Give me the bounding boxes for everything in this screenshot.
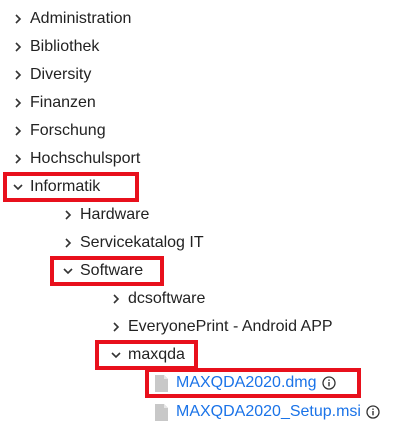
file-icon xyxy=(155,403,168,421)
tree-item-bibliothek[interactable]: Bibliothek xyxy=(12,36,99,58)
info-icon[interactable] xyxy=(321,376,336,390)
chevron-down-icon xyxy=(110,349,122,361)
tree-item-label: Hardware xyxy=(80,206,150,223)
tree-item-label: maxqda xyxy=(128,346,185,363)
tree-item-hardware[interactable]: Hardware xyxy=(62,204,149,226)
chevron-right-icon xyxy=(12,125,24,137)
chevron-right-icon xyxy=(12,153,24,165)
chevron-right-icon xyxy=(12,69,24,81)
tree-item-diversity[interactable]: Diversity xyxy=(12,64,91,86)
tree-item-label: Finanzen xyxy=(30,94,96,111)
chevron-right-icon xyxy=(12,97,24,109)
tree-item-label: Administration xyxy=(30,10,132,27)
tree-item-label: dcsoftware xyxy=(128,290,206,307)
chevron-right-icon xyxy=(110,321,122,333)
tree-item-label: Servicekatalog IT xyxy=(80,234,204,251)
tree-item-label: Bibliothek xyxy=(30,38,100,55)
tree-item-finanzen[interactable]: Finanzen xyxy=(12,92,96,114)
tree-item-label: Informatik xyxy=(30,178,101,195)
tree-item-label: Software xyxy=(80,262,144,279)
file-item-maxqda-dmg[interactable]: MAXQDA2020.dmg xyxy=(155,372,336,394)
chevron-right-icon xyxy=(110,293,122,305)
file-link[interactable]: MAXQDA2020_Setup.msi xyxy=(176,401,361,423)
chevron-right-icon xyxy=(62,209,74,221)
tree-item-label: Diversity xyxy=(30,66,92,83)
tree-item-informatik[interactable]: Informatik xyxy=(12,176,100,198)
tree-item-dcsoftware[interactable]: dcsoftware xyxy=(110,288,205,310)
file-icon xyxy=(155,374,168,392)
info-icon[interactable] xyxy=(366,405,380,419)
chevron-down-icon xyxy=(12,181,24,193)
chevron-down-icon xyxy=(62,265,74,277)
tree-item-everyoneprint[interactable]: EveryonePrint - Android APP xyxy=(110,316,333,338)
tree-item-hochschulsport[interactable]: Hochschulsport xyxy=(12,148,140,170)
chevron-right-icon xyxy=(12,13,24,25)
chevron-right-icon xyxy=(62,237,74,249)
tree-item-servicekatalog-it[interactable]: Servicekatalog IT xyxy=(62,232,204,254)
file-link[interactable]: MAXQDA2020.dmg xyxy=(176,372,317,394)
chevron-right-icon xyxy=(12,41,24,53)
tree-item-label: Forschung xyxy=(30,122,106,139)
tree-item-label: Hochschulsport xyxy=(30,150,141,167)
file-item-maxqda-setup-msi[interactable]: MAXQDA2020_Setup.msi xyxy=(155,401,380,423)
tree-item-forschung[interactable]: Forschung xyxy=(12,120,106,142)
tree-item-software[interactable]: Software xyxy=(62,260,143,282)
tree-item-maxqda[interactable]: maxqda xyxy=(110,344,185,366)
tree-item-administration[interactable]: Administration xyxy=(12,8,131,30)
tree-item-label: EveryonePrint - Android APP xyxy=(128,318,333,335)
